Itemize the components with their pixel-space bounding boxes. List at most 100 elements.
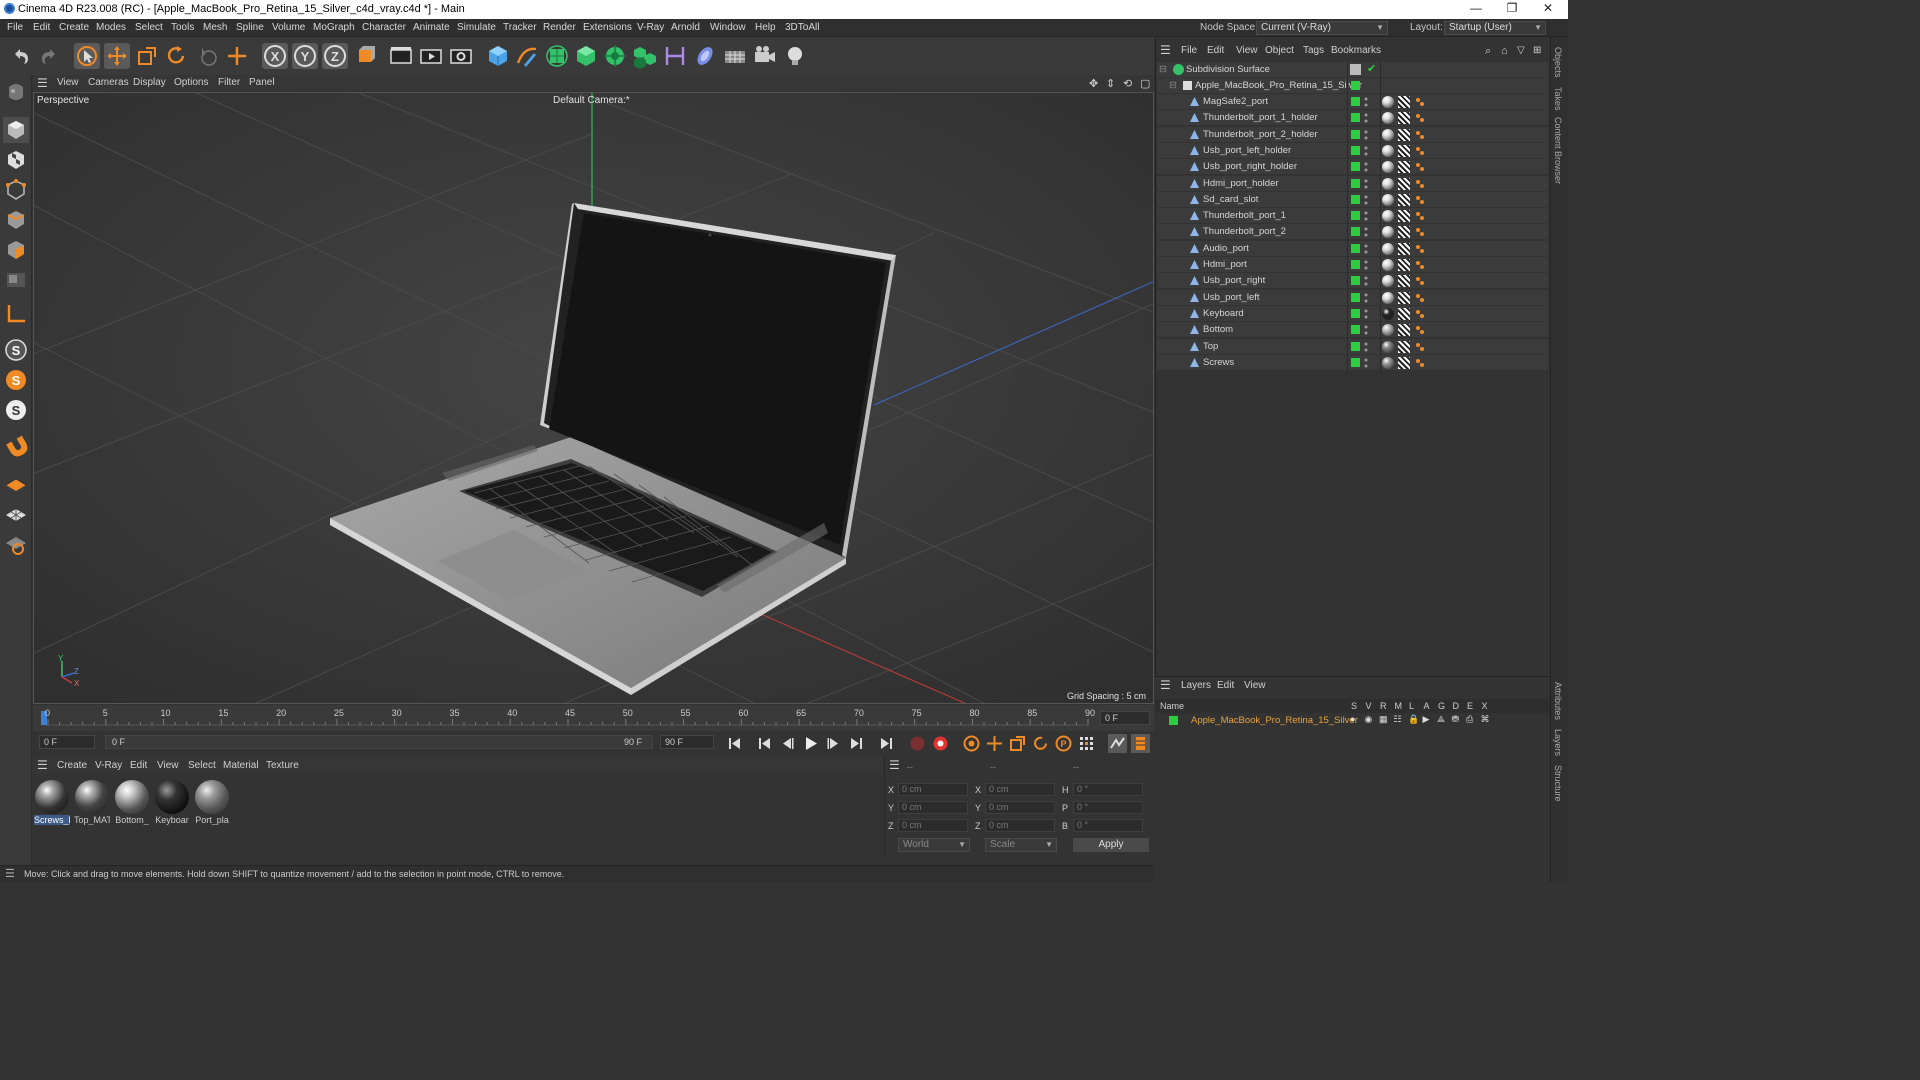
extrude-button[interactable]: [573, 43, 599, 69]
zoom-view-icon[interactable]: ⇕: [1106, 77, 1115, 90]
material-menu-vray[interactable]: V-Ray: [95, 760, 122, 771]
tree-row-subdivision-surface[interactable]: ⊟ Subdivision Surface ✔: [1157, 62, 1548, 78]
visibility-dots-icon[interactable]: [1364, 194, 1368, 206]
visibility-dots-icon[interactable]: [1364, 226, 1368, 238]
material-menu-view[interactable]: View: [157, 760, 179, 771]
menu-spline[interactable]: Spline: [236, 22, 264, 33]
uvw-tag-icon[interactable]: [1398, 226, 1410, 239]
uvw-tag-icon[interactable]: [1398, 324, 1410, 337]
x-axis-lock-button[interactable]: X: [262, 43, 288, 69]
redo-button[interactable]: [36, 43, 62, 69]
3d-viewport[interactable]: Perspective Default Camera:* Grid Spacin…: [33, 92, 1154, 704]
material-tag-icon[interactable]: [1382, 324, 1394, 337]
rotate-view-icon[interactable]: ⟲: [1123, 77, 1132, 90]
layer-row[interactable]: Apple_MacBook_Pro_Retina_15_Silver ● ◉ ▦ ☷ 🔒…: [1155, 714, 1550, 728]
rotation-b-field[interactable]: 0 °: [1073, 819, 1143, 832]
layer-toggle-icon[interactable]: ▶: [1423, 714, 1430, 725]
frame-range-slider[interactable]: 0 F 90 F: [105, 735, 653, 749]
apply-button[interactable]: Apply: [1073, 838, 1149, 852]
object-menu-file[interactable]: File: [1181, 45, 1197, 56]
object-menu-view[interactable]: View: [1236, 45, 1258, 56]
layer-toggle-icon[interactable]: ⌘: [1481, 714, 1490, 725]
visibility-dots-icon[interactable]: [1364, 112, 1368, 124]
material-tag-icon[interactable]: [1382, 242, 1394, 255]
object-menu-tags[interactable]: Tags: [1303, 45, 1324, 56]
new-panel-icon[interactable]: ⊞: [1533, 45, 1541, 56]
tree-row-object[interactable]: Hdmi_port_holder: [1157, 175, 1548, 192]
material-menu-create[interactable]: Create: [57, 760, 87, 771]
vray-tag-icon[interactable]: [1414, 178, 1426, 190]
vray-tag-icon[interactable]: [1414, 357, 1426, 369]
axis-mode-button[interactable]: [3, 301, 29, 327]
visibility-dots-icon[interactable]: [1364, 129, 1368, 141]
uvw-tag-icon[interactable]: [1398, 177, 1410, 190]
scale-tool-button[interactable]: [134, 43, 160, 69]
cube-object-button[interactable]: [485, 43, 511, 69]
tree-row-object[interactable]: Thunderbolt_port_1: [1157, 208, 1548, 225]
material-menu-edit[interactable]: Edit: [130, 760, 147, 771]
size-mode-dropdown[interactable]: Scale ▼: [985, 838, 1057, 852]
tree-row-object[interactable]: Sd_card_slot: [1157, 191, 1548, 208]
menu-edit[interactable]: Edit: [33, 22, 50, 33]
layer-toggle-icon[interactable]: ⎙: [1466, 714, 1473, 725]
layer-color-swatch[interactable]: [1169, 716, 1178, 725]
material-tag-icon[interactable]: [1382, 112, 1394, 125]
layer-column-header[interactable]: G: [1438, 701, 1445, 711]
material-tag-icon[interactable]: [1382, 128, 1394, 141]
subdivision-surface-button[interactable]: [544, 43, 570, 69]
polygons-mode-button[interactable]: [3, 237, 29, 263]
layer-color-swatch[interactable]: [1351, 211, 1360, 221]
menu-window[interactable]: Window: [710, 22, 746, 33]
material-tag-icon[interactable]: [1382, 177, 1394, 190]
material-swatch[interactable]: Top_MAT: [74, 779, 110, 831]
vray-tag-icon[interactable]: [1414, 210, 1426, 222]
material-tag-icon[interactable]: [1382, 226, 1394, 239]
tree-row-object[interactable]: Hdmi_port: [1157, 257, 1548, 273]
visibility-dots-icon[interactable]: [1364, 243, 1368, 255]
material-tag-icon[interactable]: [1382, 275, 1394, 288]
layer-toggle-icon[interactable]: ▦: [1379, 714, 1388, 725]
viewport-menu-cameras[interactable]: Cameras: [88, 77, 129, 88]
deformer-button[interactable]: [662, 43, 688, 69]
layer-color-swatch[interactable]: [1351, 341, 1360, 351]
play-button[interactable]: [801, 734, 820, 753]
vray-tag-icon[interactable]: [1414, 145, 1426, 157]
layer-column-header[interactable]: E: [1467, 701, 1473, 711]
undo-button[interactable]: [8, 43, 34, 69]
home-icon[interactable]: ⌂: [1501, 45, 1508, 57]
vray-tag-icon[interactable]: [1414, 226, 1426, 238]
layer-state-icon[interactable]: [1350, 64, 1361, 75]
collapse-toggle-icon[interactable]: ⊟: [1169, 80, 1177, 91]
vray-tag-icon[interactable]: [1414, 292, 1426, 304]
key-scale-button[interactable]: [1008, 734, 1027, 753]
menu-select[interactable]: Select: [135, 22, 163, 33]
field-button[interactable]: [692, 43, 718, 69]
locked-workplane-button[interactable]: [3, 531, 29, 557]
tree-row-object[interactable]: Audio_port: [1157, 240, 1548, 257]
material-tag-icon[interactable]: [1382, 291, 1394, 304]
layer-color-swatch[interactable]: [1351, 357, 1360, 367]
visibility-dots-icon[interactable]: [1364, 341, 1368, 353]
vray-tag-icon[interactable]: [1414, 112, 1426, 124]
keyframe-selection-button[interactable]: [962, 734, 981, 753]
menu-help[interactable]: Help: [755, 22, 776, 33]
node-space-dropdown[interactable]: Current (V-Ray) ▼: [1256, 21, 1388, 35]
uvw-tag-icon[interactable]: [1398, 291, 1410, 304]
size-x-field[interactable]: 0 cm: [985, 783, 1055, 796]
vray-tag-icon[interactable]: [1414, 341, 1426, 353]
transform-tool-button[interactable]: [224, 43, 250, 69]
viewport-menu-panel[interactable]: Panel: [249, 77, 275, 88]
coordinate-space-dropdown[interactable]: World ▼: [898, 838, 970, 852]
z-axis-lock-button[interactable]: Z: [322, 43, 348, 69]
tree-row-object[interactable]: Keyboard: [1157, 305, 1548, 322]
record-motion-button[interactable]: [908, 734, 927, 753]
light-object-button[interactable]: [782, 43, 808, 69]
layer-color-swatch[interactable]: [1351, 97, 1360, 106]
layer-toggle-icon[interactable]: 🔒: [1408, 714, 1419, 725]
workplane-snap-button[interactable]: S: [3, 397, 29, 423]
hamburger-menu-icon[interactable]: ☰: [889, 758, 900, 772]
rotate-tool-button[interactable]: [163, 43, 189, 69]
tree-row-object[interactable]: Usb_port_right_holder: [1157, 159, 1548, 176]
model-mode-button[interactable]: [3, 117, 29, 143]
previous-frame-button[interactable]: [778, 734, 797, 753]
